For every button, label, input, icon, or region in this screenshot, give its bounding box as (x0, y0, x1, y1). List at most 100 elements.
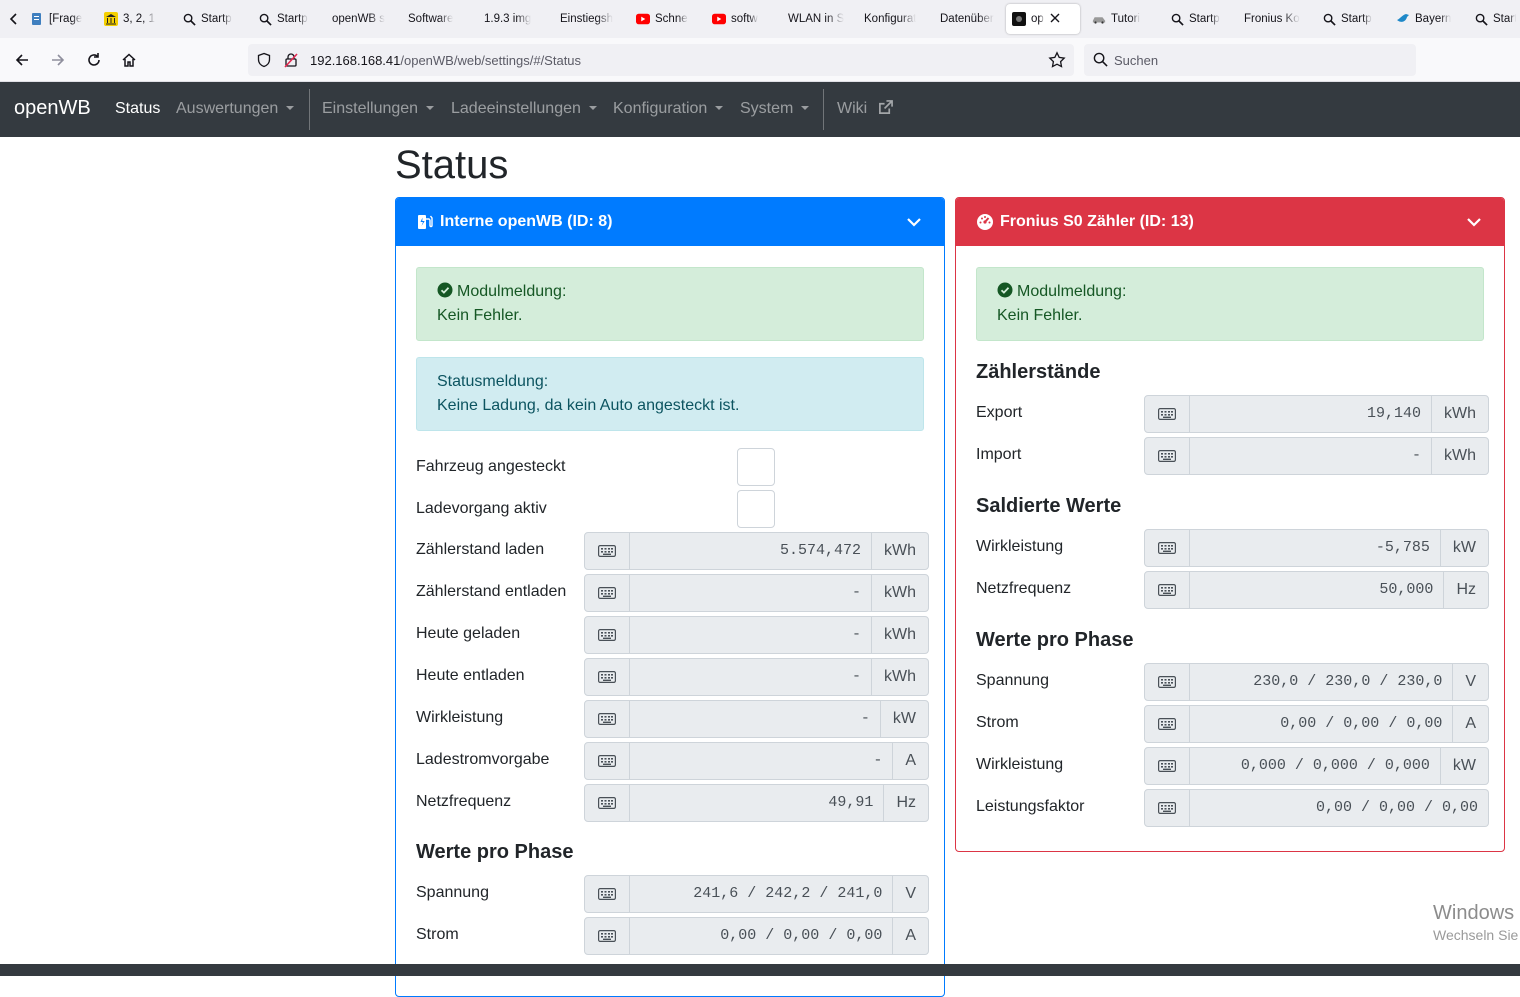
shield-icon[interactable] (256, 52, 272, 73)
bird-icon (1396, 12, 1410, 26)
browser-tab[interactable]: Datenüber (940, 4, 1004, 34)
browser-tab-label: Schne (655, 13, 688, 25)
browser-tab[interactable]: Fronius Ko (1244, 4, 1314, 34)
readonly-value-field[interactable]: - (630, 742, 893, 780)
status-message-text: Keine Ladung, da kein Auto angesteckt is… (437, 397, 740, 414)
nav-wiki[interactable]: Wiki (837, 100, 893, 118)
url-path: /openWB/web/settings/#/Status (400, 53, 582, 68)
field-label: Spannung (416, 884, 489, 901)
readonly-value-field[interactable]: - (630, 616, 871, 654)
browser-tab[interactable]: Einstiegsh (560, 4, 630, 34)
browser-tab[interactable]: Startp (1322, 4, 1392, 34)
browser-tab[interactable]: softw (712, 4, 782, 34)
browser-tab[interactable]: [Frage (30, 4, 100, 34)
insecure-lock-icon[interactable] (283, 52, 299, 73)
card-header-interne-openwb[interactable]: Interne openWB (ID: 8) (396, 198, 944, 246)
card-header-fronius-s0[interactable]: Fronius S0 Zähler (ID: 13) (956, 198, 1504, 246)
browser-tab[interactable]: openWB s (332, 4, 402, 34)
checkbox-label: Fahrzeug angesteckt (416, 458, 566, 475)
nav-einstellungen[interactable]: Einstellungen (322, 100, 435, 118)
status-checkbox[interactable] (737, 448, 775, 486)
browser-tab-label: 3, 2, 1 (123, 13, 155, 25)
readonly-value-field[interactable]: 0,000 / 0,000 / 0,000 (1190, 747, 1440, 785)
field-label: Leistungsfaktor (976, 798, 1085, 815)
readonly-input-group: - kWh (584, 574, 929, 612)
unit-label: V (892, 875, 929, 913)
browser-tab[interactable]: 1.9.3 img (484, 4, 554, 34)
forward-icon[interactable] (48, 50, 68, 70)
browser-tab[interactable]: op (1006, 4, 1080, 34)
navbar-brand[interactable]: openWB (14, 97, 91, 120)
readonly-value-field[interactable]: - (630, 574, 871, 612)
keyboard-icon (1144, 529, 1190, 567)
nav-system[interactable]: System (740, 100, 810, 118)
readonly-value-field[interactable]: - (630, 658, 871, 696)
search-bar[interactable]: Suchen (1084, 44, 1416, 76)
browser-tab[interactable]: Schne (636, 4, 706, 34)
browser-tab[interactable]: Software (408, 4, 478, 34)
home-icon[interactable] (119, 50, 139, 70)
card-interne-openwb: Interne openWB (ID: 8) Modulmeldung: Kei… (395, 197, 945, 997)
nav-konfiguration-label: Konfiguration (613, 100, 708, 117)
field-label: Heute entladen (416, 667, 525, 684)
browser-tab[interactable]: Startp (182, 4, 252, 34)
page-footer (0, 964, 1520, 976)
browser-tab[interactable]: 3, 2, 1 (104, 4, 174, 34)
readonly-input-group: 0,00 / 0,00 / 0,00 A (1144, 705, 1489, 743)
readonly-value-field[interactable]: 0,00 / 0,00 / 0,00 (1190, 789, 1489, 827)
field-label: Spannung (976, 672, 1049, 689)
browser-tab[interactable]: WLAN in S (788, 4, 858, 34)
field-label: Heute geladen (416, 625, 521, 642)
caret-down-icon (588, 106, 597, 110)
readonly-value-field[interactable]: 50,000 (1190, 571, 1444, 609)
browser-tab[interactable]: Startp (1170, 4, 1240, 34)
readonly-value-field[interactable]: 5.574,472 (630, 532, 871, 570)
browser-tab-label: Bayern (1415, 13, 1452, 25)
nav-status[interactable]: Status (115, 100, 160, 118)
reload-icon[interactable] (84, 50, 104, 70)
caret-down-icon (801, 106, 810, 110)
close-icon[interactable] (1050, 13, 1060, 26)
readonly-value-field[interactable]: 49,91 (630, 784, 884, 822)
field-label: Strom (416, 926, 459, 943)
card-title: Fronius S0 Zähler (ID: 13) (1000, 213, 1194, 230)
browser-tab[interactable]: Konfigurat (864, 4, 934, 34)
browser-tab[interactable]: Bayern (1396, 4, 1466, 34)
nav-ladeeinstellungen[interactable]: Ladeeinstellungen (451, 100, 597, 118)
readonly-value-field[interactable]: - (1190, 437, 1431, 475)
readonly-value-field[interactable]: -5,785 (1190, 529, 1440, 567)
chevron-down-icon[interactable] (906, 214, 922, 230)
status-checkbox[interactable] (737, 490, 775, 528)
section-heading: Werte pro Phase (976, 629, 1134, 651)
nav-konfiguration[interactable]: Konfiguration (613, 100, 724, 118)
readonly-value-field[interactable]: - (630, 700, 880, 738)
readonly-value-field[interactable]: 241,6 / 242,2 / 241,0 (630, 875, 893, 913)
url-text: 192.168.168.41/openWB/web/settings/#/Sta… (310, 53, 581, 68)
readonly-value-field[interactable]: 19,140 (1190, 395, 1431, 433)
browser-tab-strip: [Frage 3, 2, 1 Startp Startp openWB s Softwar… (0, 0, 1520, 38)
unit-label: kWh (871, 532, 929, 570)
readonly-value-field[interactable]: 230,0 / 230,0 / 230,0 (1190, 663, 1453, 701)
browser-tab[interactable]: Startp (258, 4, 328, 34)
nav-auswertungen[interactable]: Auswertungen (176, 100, 295, 118)
keyboard-icon (584, 658, 630, 696)
module-message-title-row: Modulmeldung: (437, 280, 903, 304)
tab-scroll-left-icon[interactable] (4, 9, 24, 29)
readonly-value-field[interactable]: 0,00 / 0,00 / 0,00 (630, 917, 893, 955)
nav-divider (309, 89, 310, 130)
browser-tab[interactable]: Startp (1474, 4, 1516, 34)
windows-activation-subtext: Wechseln Sie (1433, 927, 1519, 943)
bookmark-star-icon[interactable] (1048, 51, 1066, 74)
browser-tab[interactable]: Tutori (1092, 4, 1162, 34)
status-message-title: Statusmeldung: (437, 373, 549, 390)
chevron-down-icon[interactable] (1466, 214, 1482, 230)
module-message-text: Kein Fehler. (437, 307, 523, 324)
browser-tab-label: Startp (277, 13, 308, 25)
back-icon[interactable] (12, 50, 32, 70)
field-label: Wirkleistung (976, 756, 1064, 773)
readonly-value-field[interactable]: 0,00 / 0,00 / 0,00 (1190, 705, 1453, 743)
nav-wiki-label: Wiki (837, 100, 868, 117)
browser-tab-label: Tutori (1111, 13, 1140, 25)
readonly-input-group: 19,140 kWh (1144, 395, 1489, 433)
address-bar[interactable]: 192.168.168.41/openWB/web/settings/#/Sta… (248, 44, 1074, 76)
